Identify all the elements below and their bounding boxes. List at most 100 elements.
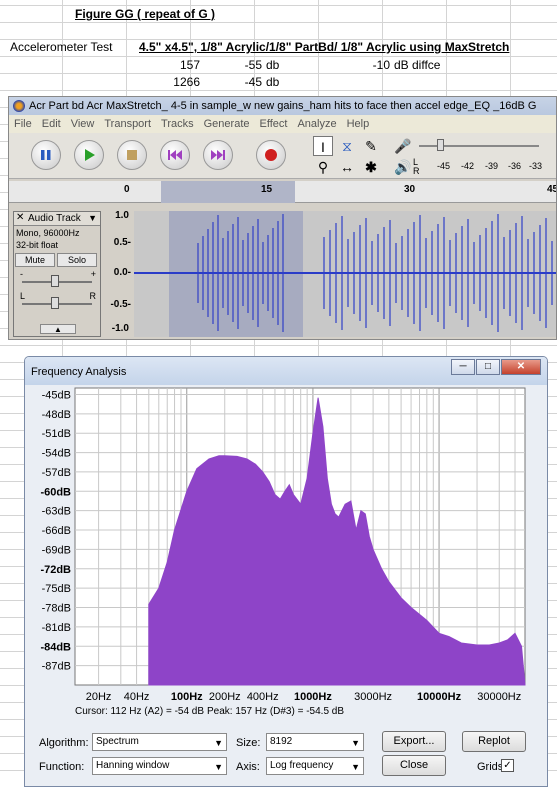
size-label: Size: (236, 737, 261, 749)
row1-diff-unit: dB diffce (394, 58, 441, 72)
x-tick-label: 40Hz (124, 691, 150, 703)
stop-icon (127, 150, 137, 160)
audacity-title-bar[interactable]: Acr Part bd Acr MaxStretch_ 4-5 in sampl… (9, 97, 556, 115)
collapse-track-button[interactable]: ▲ (40, 324, 76, 334)
meter-lr-r: R (413, 166, 420, 176)
timeline-ruler[interactable]: 0 15 30 45 (9, 181, 556, 203)
maximize-button[interactable]: □ (476, 359, 500, 375)
pan-right: R (89, 291, 97, 301)
vscale-label: 0.0- (113, 267, 131, 278)
gain-slider-thumb[interactable] (51, 275, 59, 287)
replot-button[interactable]: Replot (462, 731, 526, 752)
menu-tracks[interactable]: Tracks (156, 118, 199, 130)
solo-button[interactable]: Solo (57, 253, 97, 267)
y-tick-label: -63dB (42, 506, 71, 518)
skip-start-button[interactable] (160, 140, 190, 170)
play-icon (85, 149, 95, 161)
minimize-button[interactable]: ─ (451, 359, 475, 375)
timeshift-tool-icon[interactable]: ↔ (337, 157, 357, 177)
grids-checkbox[interactable]: ✓ (501, 759, 514, 772)
vscale-label: -0.5- (110, 299, 131, 310)
meter-tick: -33 (529, 161, 543, 171)
pan-left: L (20, 291, 26, 301)
row2-level: -45 (244, 75, 262, 89)
test-description: 4.5" x4.5", 1/8" Acrylic/1/8" PartBd/ 1/… (139, 40, 510, 54)
y-tick-label: -84dB (40, 641, 71, 653)
pan-slider-thumb[interactable] (51, 297, 59, 309)
menu-help[interactable]: Help (342, 118, 375, 130)
vscale-label: 0.5- (113, 237, 131, 248)
menu-effect[interactable]: Effect (255, 118, 293, 130)
skip-end-icon (211, 150, 225, 160)
skip-end-button[interactable] (203, 140, 233, 170)
draw-tool-icon[interactable]: ✎ (361, 136, 381, 156)
close-button[interactable]: Close (382, 755, 446, 776)
menu-generate[interactable]: Generate (199, 118, 255, 130)
transport-toolbar: I ⧖ ✎ ⚲ ↔ ✱ 🎤 🔊 L R -45 -42 -39 -36 -33 (9, 133, 556, 179)
row1-freq: 157 (179, 58, 200, 72)
track-vertical-scale[interactable]: 1.0 0.5- 0.0- -0.5- -1.0 (103, 210, 133, 337)
export-button[interactable]: Export... (382, 731, 446, 752)
function-select[interactable]: Hanning window ▼ (92, 757, 227, 775)
record-button[interactable] (256, 140, 286, 170)
track-name-menu[interactable]: Audio Track (28, 213, 81, 224)
function-value: Hanning window (96, 760, 170, 771)
multi-tool-icon[interactable]: ✱ (361, 157, 381, 177)
audacity-title: Acr Part bd Acr MaxStretch_ 4-5 in sampl… (29, 100, 537, 112)
fa-title: Frequency Analysis (31, 366, 127, 378)
function-label: Function: (39, 761, 85, 773)
fa-title-bar[interactable]: Frequency Analysis ─ □ ✕ (25, 357, 547, 385)
x-tick-label: 200Hz (209, 691, 241, 703)
audacity-window: Acr Part bd Acr MaxStretch_ 4-5 in sampl… (8, 96, 557, 340)
test-label: Accelerometer Test (10, 40, 113, 54)
microphone-icon: 🎤 (394, 138, 412, 154)
y-tick-label: -60dB (40, 486, 71, 498)
x-tick-label: 10000Hz (417, 691, 462, 703)
x-tick-label: 100Hz (171, 691, 203, 703)
meter-tick: -45 (437, 161, 451, 171)
menu-analyze[interactable]: Analyze (292, 118, 341, 130)
stop-button[interactable] (117, 140, 147, 170)
track-info-bits: 32-bit float (16, 240, 59, 250)
play-button[interactable] (74, 140, 104, 170)
meter-tick: -42 (461, 161, 475, 171)
menu-file[interactable]: File (9, 118, 37, 130)
track-control-panel: ✕ Audio Track ▼ Mono, 96000Hz 32-bit flo… (13, 211, 101, 337)
y-tick-label: -78dB (42, 603, 71, 615)
menu-transport[interactable]: Transport (99, 118, 156, 130)
mic-level-thumb[interactable] (437, 139, 444, 151)
ruler-tick: 0 (124, 184, 130, 195)
x-tick-label: 20Hz (86, 691, 112, 703)
chevron-down-icon: ▼ (214, 738, 223, 748)
frequency-analysis-window: Frequency Analysis ─ □ ✕ -45dB -48dB -51dB… (24, 356, 548, 787)
spectrum-chart[interactable]: -45dB -48dB -51dB -54dB -57dB -60dB -63dB -66dB… (25, 385, 548, 705)
waveform-area[interactable] (134, 211, 556, 337)
cursor-readout: Cursor: 112 Hz (A2) = -54 dB (75, 706, 205, 717)
zoom-tool-icon[interactable]: ⚲ (313, 157, 333, 177)
y-tick-label: -57dB (42, 467, 71, 479)
chevron-down-icon: ▼ (351, 762, 360, 772)
track-menu-arrow-icon[interactable]: ▼ (88, 213, 97, 223)
y-tick-label: -54dB (42, 448, 71, 460)
menu-view[interactable]: View (66, 118, 100, 130)
mute-button[interactable]: Mute (15, 253, 55, 267)
y-tick-label: -81dB (42, 622, 71, 634)
x-tick-label: 30000Hz (477, 691, 521, 703)
row1-diff: -10 (372, 58, 390, 72)
algorithm-select[interactable]: Spectrum ▼ (92, 733, 227, 751)
ruler-tick: 15 (261, 184, 273, 195)
pause-button[interactable] (31, 140, 61, 170)
menu-edit[interactable]: Edit (37, 118, 66, 130)
axis-select[interactable]: Log frequency ▼ (266, 757, 364, 775)
algorithm-value: Spectrum (96, 736, 139, 747)
envelope-tool-icon[interactable]: ⧖ (337, 136, 357, 156)
close-window-button[interactable]: ✕ (501, 359, 541, 375)
selection-tool-icon[interactable]: I (313, 136, 333, 156)
peak-readout: Peak: 157 Hz (D#3) = -54.5 dB (207, 706, 345, 717)
track-close-icon[interactable]: ✕ (16, 212, 24, 223)
x-tick-label: 1000Hz (294, 691, 332, 703)
size-select[interactable]: 8192 ▼ (266, 733, 364, 751)
row2-freq: 1266 (173, 75, 200, 89)
y-tick-label: -72dB (40, 564, 71, 576)
axis-label: Axis: (236, 761, 260, 773)
